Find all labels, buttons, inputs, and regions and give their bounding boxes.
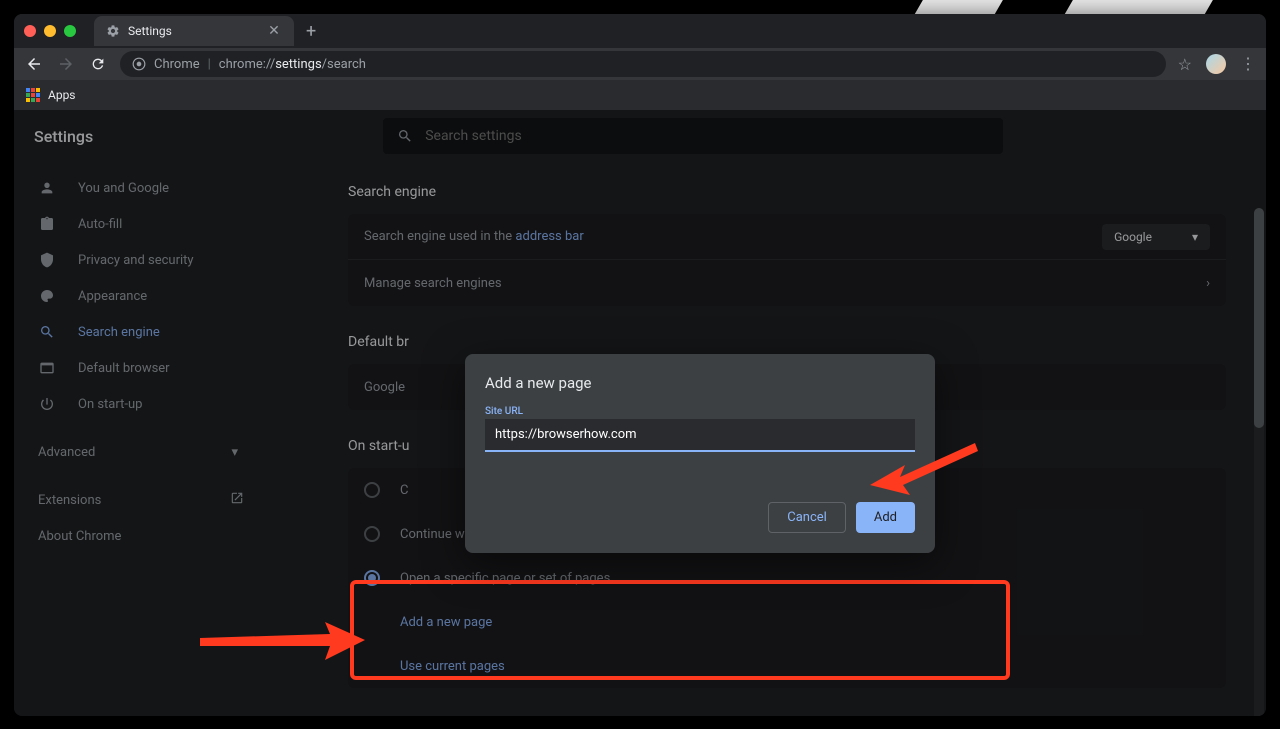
sidebar-item-label: Appearance xyxy=(78,289,147,304)
address-bar-link[interactable]: address bar xyxy=(515,229,583,244)
close-window-button[interactable] xyxy=(24,25,36,37)
sidebar-item-autofill[interactable]: Auto-fill xyxy=(14,206,268,242)
manage-search-engines-row[interactable]: Manage search engines › xyxy=(348,260,1226,306)
section-default-browser-title: Default br xyxy=(348,334,1226,350)
select-value: Google xyxy=(1114,230,1152,244)
apps-icon[interactable] xyxy=(26,88,40,102)
person-icon xyxy=(38,179,56,197)
sidebar-item-on-startup[interactable]: On start-up xyxy=(14,386,268,422)
url-post: /search xyxy=(322,57,366,72)
omnibox-prefix: Chrome xyxy=(154,57,200,72)
power-icon xyxy=(38,395,56,413)
close-tab-button[interactable]: ✕ xyxy=(266,23,282,39)
apps-label[interactable]: Apps xyxy=(48,88,76,102)
menu-button[interactable]: ⋮ xyxy=(1240,56,1256,72)
minimize-window-button[interactable] xyxy=(44,25,56,37)
row-text: Search engine used in the xyxy=(364,229,515,244)
sidebar-item-label: Search engine xyxy=(78,325,160,340)
sidebar-item-search-engine[interactable]: Search engine xyxy=(14,314,268,350)
sidebar: You and Google Auto-fill Privacy and sec… xyxy=(14,110,268,716)
profile-avatar[interactable] xyxy=(1206,54,1226,74)
site-url-input[interactable] xyxy=(485,419,915,452)
sidebar-item-label: Privacy and security xyxy=(78,253,194,268)
sidebar-item-label: You and Google xyxy=(78,181,169,196)
browser-window: Settings ✕ + Chrome | chrome:// settings… xyxy=(14,14,1266,716)
gear-icon xyxy=(106,24,120,38)
bookmarks-bar: Apps xyxy=(14,80,1266,110)
url-pre: chrome:// xyxy=(219,57,275,72)
back-button[interactable] xyxy=(24,54,44,74)
option-label: Open a specific page or set of pages xyxy=(400,571,610,586)
search-engine-select[interactable]: Google ▾ xyxy=(1102,224,1210,250)
reload-button[interactable] xyxy=(88,54,108,74)
modal-input-label: Site URL xyxy=(485,406,915,417)
titlebar: Settings ✕ + xyxy=(14,14,1266,48)
row-text: Manage search engines xyxy=(364,276,502,291)
new-tab-button[interactable]: + xyxy=(306,21,316,42)
add-page-modal: Add a new page Site URL Cancel Add xyxy=(465,354,935,553)
sidebar-item-label: Default browser xyxy=(78,361,170,376)
sidebar-item-label: Auto-fill xyxy=(78,217,122,232)
chevron-down-icon: ▾ xyxy=(1192,230,1198,244)
radio-icon xyxy=(364,526,380,542)
url-bold: settings xyxy=(275,57,321,72)
sidebar-item-label: On start-up xyxy=(78,397,142,412)
chevron-down-icon: ▾ xyxy=(231,445,238,460)
omnibox[interactable]: Chrome | chrome:// settings /search xyxy=(120,51,1166,77)
traffic-lights xyxy=(24,25,76,37)
row-text: Google xyxy=(364,380,405,395)
about-label: About Chrome xyxy=(38,529,121,544)
browser-icon xyxy=(38,359,56,377)
add-button[interactable]: Add xyxy=(856,502,915,533)
startup-option-specific-page[interactable]: Open a specific page or set of pages xyxy=(348,556,1226,600)
sidebar-item-default-browser[interactable]: Default browser xyxy=(14,350,268,386)
radio-icon xyxy=(364,482,380,498)
sidebar-item-appearance[interactable]: Appearance xyxy=(14,278,268,314)
add-new-page-link[interactable]: Add a new page xyxy=(348,600,1226,644)
shield-icon xyxy=(38,251,56,269)
sidebar-advanced[interactable]: Advanced ▾ xyxy=(14,434,268,470)
chevron-right-icon: › xyxy=(1206,276,1210,291)
search-engine-row: Search engine used in the address bar Go… xyxy=(348,214,1226,260)
extensions-label: Extensions xyxy=(38,493,101,508)
maximize-window-button[interactable] xyxy=(64,25,76,37)
sidebar-advanced-label: Advanced xyxy=(38,445,95,460)
modal-title: Add a new page xyxy=(485,374,915,392)
external-link-icon xyxy=(230,491,244,509)
sidebar-about[interactable]: About Chrome xyxy=(14,518,268,554)
clipboard-icon xyxy=(38,215,56,233)
forward-button[interactable] xyxy=(56,54,76,74)
option-label: C xyxy=(400,483,408,498)
sidebar-extensions[interactable]: Extensions xyxy=(14,482,268,518)
bookmark-star-icon[interactable]: ☆ xyxy=(1178,55,1192,74)
cancel-button[interactable]: Cancel xyxy=(768,502,846,533)
radio-icon xyxy=(364,570,380,586)
use-current-pages-link[interactable]: Use current pages xyxy=(348,644,1226,688)
palette-icon xyxy=(38,287,56,305)
tab-settings[interactable]: Settings ✕ xyxy=(94,16,294,46)
search-icon xyxy=(38,323,56,341)
tab-title: Settings xyxy=(128,24,258,38)
section-search-engine-title: Search engine xyxy=(348,184,1226,200)
sidebar-item-privacy[interactable]: Privacy and security xyxy=(14,242,268,278)
sidebar-item-you-and-google[interactable]: You and Google xyxy=(14,170,268,206)
search-engine-card: Search engine used in the address bar Go… xyxy=(348,214,1226,306)
chrome-icon xyxy=(132,57,146,71)
omnibox-divider: | xyxy=(208,57,211,72)
toolbar: Chrome | chrome:// settings /search ☆ ⋮ xyxy=(14,48,1266,80)
